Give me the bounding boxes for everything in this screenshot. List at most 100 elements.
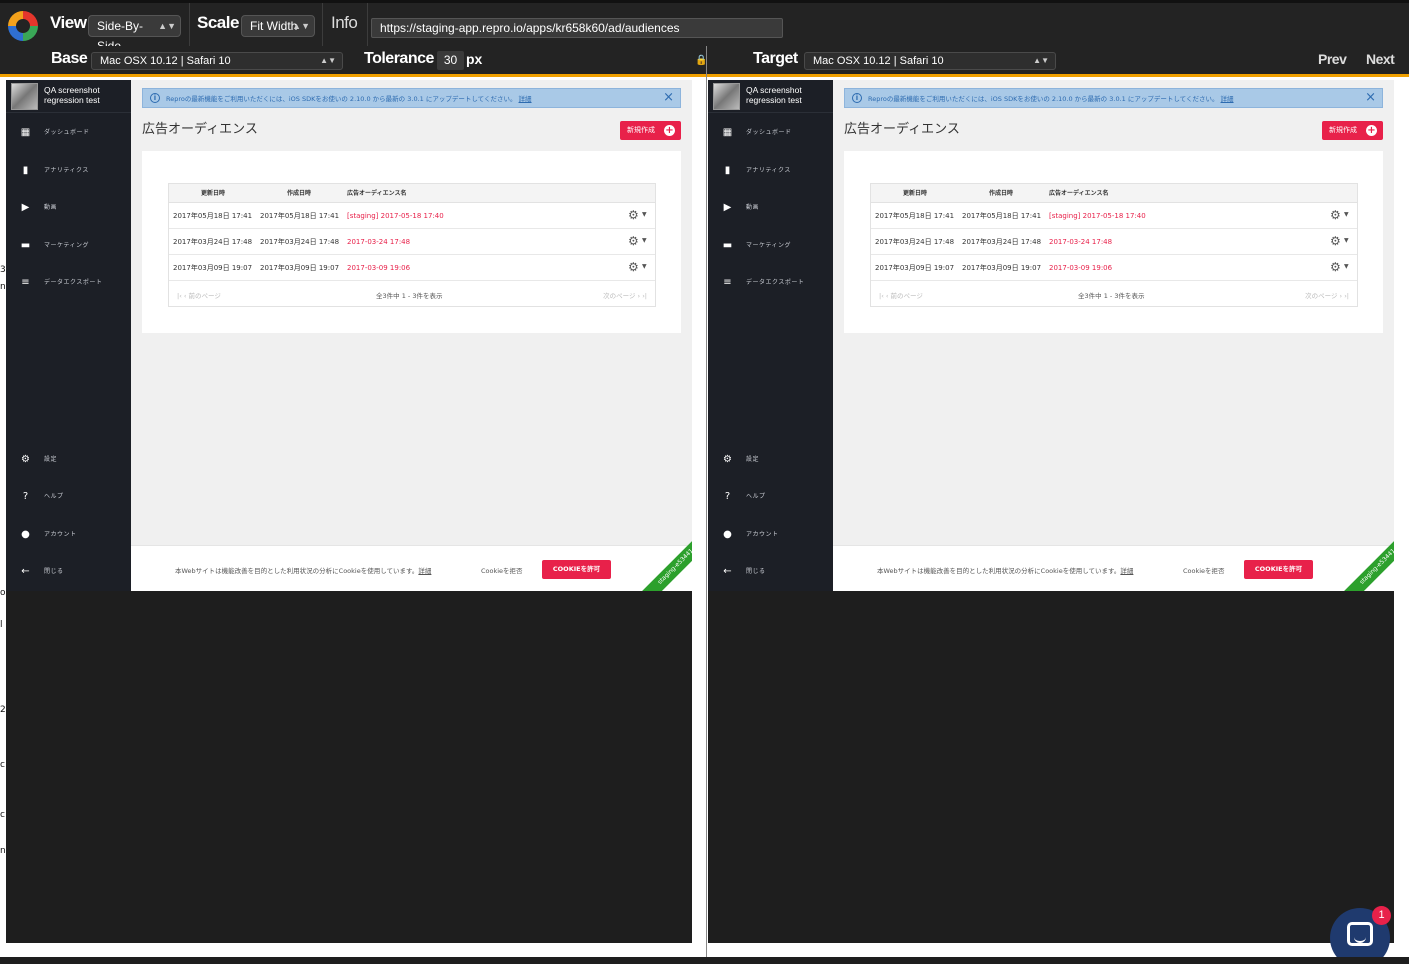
gear-icon: ⚙ [21,454,30,465]
tolerance-input[interactable]: 30 [437,51,464,70]
nav-data-export[interactable]: ≡ データエクスポート [6,274,131,292]
table-row[interactable]: 2017年03月09日 19:07 2017年03月09日 19:07 2017… [169,255,655,281]
column-header[interactable]: 更新日時 [201,189,225,198]
gear-icon[interactable]: ⚙ [628,234,639,248]
column-header[interactable]: 更新日時 [903,189,927,198]
column-header[interactable]: 広告オーディエンス名 [347,189,406,198]
select-arrows-icon: ▲▼ [320,56,336,65]
nav-label: データエクスポート [746,279,805,286]
pagination-info: 全3件中 1 - 3件を表示 [1078,292,1145,300]
pagination-info: 全3件中 1 - 3件を表示 [376,292,443,300]
prev-page-link[interactable]: |‹ ‹ 前のページ [177,290,221,300]
table-row[interactable]: 2017年03月24日 17:48 2017年03月24日 17:48 2017… [871,229,1357,255]
create-new-button[interactable]: 新規作成 + [620,121,681,140]
table-header: 更新日時 作成日時 広告オーディエンス名 [169,184,655,203]
chevron-down-icon: ▼ [1344,237,1349,244]
audience-name-link[interactable]: 2017-03-24 17:48 [347,237,410,247]
nav-dashboard[interactable]: ▦ ダッシュボード [6,124,131,142]
view-select[interactable]: Side-By-Side▲▼ [88,15,181,53]
list-icon: ≡ [21,277,30,288]
nav-account[interactable]: ● アカウント [6,526,131,544]
table-row[interactable]: 2017年03月09日 19:07 2017年03月09日 19:07 2017… [871,255,1357,281]
nav-settings[interactable]: ⚙ 設定 [708,451,833,469]
audience-name-link[interactable]: [staging] 2017-05-18 17:40 [1049,211,1146,221]
next-page-link[interactable]: 次のページ › ›| [603,290,647,300]
nav-close[interactable]: ← 閉じる [6,563,131,581]
cookie-refuse-link[interactable]: Cookieを拒否 [481,565,523,575]
nav-label: ダッシュボード [44,129,90,136]
gear-icon[interactable]: ⚙ [1330,208,1341,222]
scale-select[interactable]: Fit Width ▲▼ [241,15,315,37]
target-browser-select[interactable]: Mac OSX 10.12 | Safari 10 ▲▼ [804,52,1056,70]
screenshot: QA screenshot regression test ▦ ダッシュボード ▮… [708,80,1394,591]
created-cell: 2017年03月24日 17:48 [260,238,340,246]
nav-label: マーケティング [44,242,90,249]
message-icon: ▬ [20,240,31,251]
info-button[interactable]: Info [331,13,358,33]
nav-data-export[interactable]: ≡ データエクスポート [708,274,833,292]
table-row[interactable]: 2017年05月18日 17:41 2017年05月18日 17:41 [sta… [871,203,1357,229]
prev-button[interactable]: Prev [1318,51,1347,67]
nav-close[interactable]: ← 閉じる [708,563,833,581]
gear-icon[interactable]: ⚙ [1330,234,1341,248]
nav-label: マーケティング [746,242,792,249]
scale-label: Scale [197,13,239,32]
audience-name-link[interactable]: [staging] 2017-05-18 17:40 [347,211,444,221]
select-arrows-icon: ▲▼ [292,21,310,31]
audience-name-link[interactable]: 2017-03-24 17:48 [1049,237,1112,247]
nav-dashboard[interactable]: ▦ ダッシュボード [708,124,833,142]
column-header[interactable]: 作成日時 [287,189,311,198]
app-switcher[interactable]: QA screenshot regression test [708,80,833,113]
cookie-details-link[interactable]: 詳細 [1120,567,1133,575]
sidebar: QA screenshot regression test ▦ ダッシュボード ▮… [6,80,131,591]
alert-details-link[interactable]: 詳細 [1221,95,1234,103]
nav-help[interactable]: ? ヘルプ [708,488,833,506]
table-row[interactable]: 2017年03月24日 17:48 2017年03月24日 17:48 2017… [169,229,655,255]
nav-analytics[interactable]: ▮ アナリティクス [708,162,833,180]
app-switcher[interactable]: QA screenshot regression test [6,80,131,113]
nav-video[interactable]: ▶ 動画 [6,199,131,217]
nav-help[interactable]: ? ヘルプ [6,488,131,506]
cookie-banner: 本Webサイトは機能改善を目的とした利用状況の分析にCookieを使用しています… [833,545,1394,591]
column-header[interactable]: 広告オーディエンス名 [1049,189,1108,198]
help-icon: ? [724,491,731,502]
nav-settings[interactable]: ⚙ 設定 [6,451,131,469]
app-name: QA screenshot regression test [746,85,831,105]
nav-marketing[interactable]: ▬ マーケティング [6,237,131,255]
column-header[interactable]: 作成日時 [989,189,1013,198]
nav-label: アカウント [44,531,77,538]
gear-icon[interactable]: ⚙ [1330,260,1341,274]
close-icon[interactable]: × [663,90,674,106]
audience-table: 更新日時 作成日時 広告オーディエンス名 2017年05月18日 17:41 2… [870,183,1358,307]
updated-cell: 2017年03月24日 17:48 [875,238,955,246]
audience-name-link[interactable]: 2017-03-09 19:06 [347,263,410,273]
nav-account[interactable]: ● アカウント [708,526,833,544]
audience-name-link[interactable]: 2017-03-09 19:06 [1049,263,1112,273]
prev-page-link[interactable]: |‹ ‹ 前のページ [879,290,923,300]
base-browser-select[interactable]: Mac OSX 10.12 | Safari 10 ▲▼ [91,52,343,70]
nav-marketing[interactable]: ▬ マーケティング [708,237,833,255]
nav-label: ヘルプ [746,493,766,500]
cookie-allow-button[interactable]: COOKIEを許可 [1244,560,1313,579]
url-field[interactable]: https://staging-app.repro.io/apps/kr658k… [371,18,783,38]
alert-message: Reproの最新機能をご利用いただくには、iOS SDKをお使いの 2.10.0… [166,95,517,103]
alert-details-link[interactable]: 詳細 [519,95,532,103]
app-name-line2: regression test [746,95,802,105]
gear-icon[interactable]: ⚙ [628,260,639,274]
gear-icon[interactable]: ⚙ [628,208,639,222]
table-header: 更新日時 作成日時 広告オーディエンス名 [871,184,1357,203]
close-icon[interactable]: × [1365,90,1376,106]
nav-label: アナリティクス [44,167,89,174]
next-button[interactable]: Next [1366,51,1395,67]
cookie-refuse-link[interactable]: Cookieを拒否 [1183,565,1225,575]
pagination: |‹ ‹ 前のページ 全3件中 1 - 3件を表示 次のページ › ›| [871,282,1357,306]
nav-video[interactable]: ▶ 動画 [708,199,833,217]
cookie-details-link[interactable]: 詳細 [418,567,431,575]
create-new-button[interactable]: 新規作成 + [1322,121,1383,140]
nav-analytics[interactable]: ▮ アナリティクス [6,162,131,180]
table-row[interactable]: 2017年05月18日 17:41 2017年05月18日 17:41 [sta… [169,203,655,229]
next-page-link[interactable]: 次のページ › ›| [1305,290,1349,300]
created-cell: 2017年03月09日 19:07 [962,264,1042,272]
cookie-allow-button[interactable]: COOKIEを許可 [542,560,611,579]
bottom-strip [0,957,1409,964]
